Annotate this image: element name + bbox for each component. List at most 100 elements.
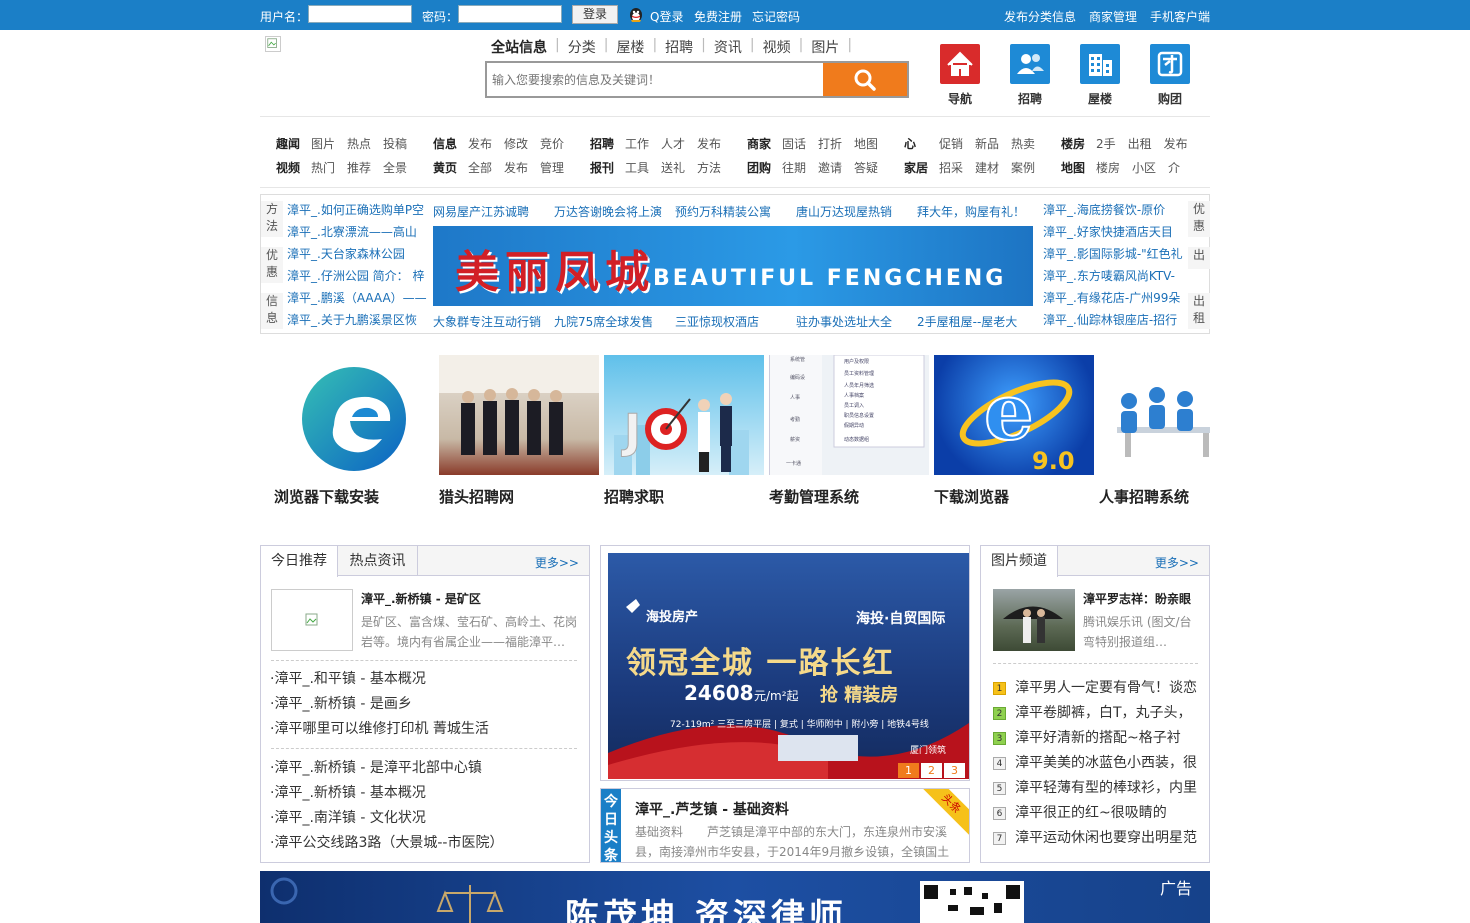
category-item[interactable]: 工作: [625, 135, 649, 159]
slide-page-1[interactable]: 1: [898, 763, 919, 778]
category-item[interactable]: 发布: [1164, 135, 1188, 159]
category-item[interactable]: 方法: [697, 159, 721, 183]
headline-title[interactable]: 漳平_.芦芝镇 - 基础资料: [635, 799, 789, 819]
property-slide[interactable]: 海投房产 海投·自贸国际 领冠全城 一路长红 24608 元/m²起 抢 精装房…: [608, 553, 969, 779]
list-item[interactable]: ·漳平_.南洋镇 - 文化状况: [270, 806, 503, 831]
list-item[interactable]: 3 漳平好清新的搭配~格子衬: [993, 726, 1207, 751]
category-item[interactable]: 发布: [697, 135, 721, 159]
category-item[interactable]: 建材: [975, 159, 999, 183]
category-head[interactable]: 地图: [1061, 159, 1096, 183]
search-button[interactable]: [823, 63, 907, 96]
list-item[interactable]: 漳平_.关于九鹏溪景区恢: [287, 309, 427, 331]
photo-feature-title[interactable]: 漳平罗志祥：盼亲眼: [1083, 590, 1191, 607]
notice-link[interactable]: 唐山万达现屋热销: [796, 203, 892, 220]
search-tab-property[interactable]: 屋楼: [608, 37, 652, 57]
category-head[interactable]: 趣闻: [276, 135, 311, 159]
feature-thumbnail[interactable]: [271, 589, 353, 651]
list-item[interactable]: ·漳平_.新桥镇 - 是画乡: [270, 692, 489, 717]
category-head[interactable]: 楼房: [1061, 135, 1096, 159]
category-item[interactable]: 投稿: [383, 135, 407, 159]
merchant-admin-link[interactable]: 商家管理: [1089, 8, 1137, 25]
login-button[interactable]: 登录: [572, 5, 618, 24]
category-item[interactable]: 促销: [939, 135, 963, 159]
notice-link[interactable]: 预约万科精装公寓: [675, 203, 771, 220]
list-item[interactable]: ·漳平_.新桥镇 - 基本概况: [270, 781, 503, 806]
notice-link[interactable]: 网易屋产江苏诚聘: [433, 203, 529, 220]
tab-today-recommend[interactable]: 今日推荐: [261, 546, 338, 577]
notice-link[interactable]: 2手屋租屋--屋老大: [917, 313, 1017, 330]
category-item[interactable]: 图片: [311, 135, 335, 159]
list-item[interactable]: 漳平_.影国际影城-"红色礼: [1043, 243, 1185, 265]
category-item[interactable]: 新品: [975, 135, 999, 159]
list-item[interactable]: 漳平_.东方唛霸风尚KTV-: [1043, 265, 1185, 287]
category-item[interactable]: 出租: [1128, 135, 1152, 159]
list-item[interactable]: 漳平_.仔洲公园 简介： 梓: [287, 265, 427, 287]
category-item[interactable]: 热点: [347, 135, 371, 159]
notice-tab-method[interactable]: 方法: [261, 201, 283, 237]
notice-link[interactable]: 三亚惊现权酒店: [675, 313, 759, 330]
list-item[interactable]: 漳平_.有缘花店-广州99朵: [1043, 287, 1185, 309]
category-item[interactable]: 发布: [468, 135, 492, 159]
category-item[interactable]: 人才: [661, 135, 685, 159]
notice-link[interactable]: 大象群专注互动行销: [433, 313, 541, 330]
more-link[interactable]: 更多>>: [535, 554, 579, 571]
search-tab-all[interactable]: 全站信息: [491, 37, 555, 57]
list-item[interactable]: ·漳平哪里可以维修打印机 菁城生活: [270, 717, 489, 742]
category-item[interactable]: 竞价: [540, 135, 564, 159]
feature-photo[interactable]: [993, 589, 1075, 651]
notice-tab-info[interactable]: 信息: [261, 293, 283, 329]
search-tab-jobs[interactable]: 招聘: [657, 37, 701, 57]
category-item[interactable]: 往期: [782, 159, 806, 183]
list-item[interactable]: 漳平_.鹏溪（AAAA）——: [287, 287, 427, 309]
category-head[interactable]: 家居: [904, 159, 939, 183]
qq-login-link[interactable]: Q登录: [650, 8, 683, 25]
category-item[interactable]: 发布: [504, 159, 528, 183]
register-link[interactable]: 免费注册: [694, 8, 742, 25]
category-item[interactable]: 案例: [1011, 159, 1035, 183]
category-item[interactable]: 热卖: [1011, 135, 1035, 159]
category-item[interactable]: 管理: [540, 159, 564, 183]
category-head[interactable]: 招聘: [590, 135, 625, 159]
feature-title[interactable]: 漳平_.新桥镇 - 是矿区: [361, 590, 481, 607]
search-tab-news[interactable]: 资讯: [706, 37, 750, 57]
list-item[interactable]: 4 漳平美美的冰蓝色小西装，很: [993, 751, 1207, 776]
category-head[interactable]: 心: [904, 135, 939, 159]
slide-page-3[interactable]: 3: [944, 763, 965, 778]
mobile-client-link[interactable]: 手机客户端: [1150, 8, 1210, 25]
search-input[interactable]: [489, 65, 825, 94]
list-item[interactable]: ·漳平_.和平镇 - 基本概况: [270, 667, 489, 692]
category-head[interactable]: 团购: [747, 159, 782, 183]
category-item[interactable]: 介: [1168, 159, 1180, 183]
notice-link[interactable]: 驻办事处选址大全: [796, 313, 892, 330]
category-item[interactable]: 地图: [854, 135, 878, 159]
category-head[interactable]: 黄页: [433, 159, 468, 183]
category-item[interactable]: 小区: [1132, 159, 1156, 183]
list-item[interactable]: 1 漳平男人一定要有骨气！谈恋: [993, 676, 1207, 701]
list-item[interactable]: 漳平_.北寮漂流——高山: [287, 221, 427, 243]
category-item[interactable]: 全景: [383, 159, 407, 183]
notice-link[interactable]: 拜大年，购屋有礼！: [917, 203, 1025, 220]
list-item[interactable]: 漳平_.如何正确选购单P空: [287, 199, 427, 221]
tab-photo-channel[interactable]: 图片频道: [981, 546, 1058, 577]
category-head[interactable]: 视频: [276, 159, 311, 183]
tab-hot-news[interactable]: 热点资讯: [338, 546, 418, 576]
category-item[interactable]: 2手: [1096, 135, 1116, 159]
notice-tab-discount[interactable]: 优惠: [261, 247, 283, 283]
city-banner[interactable]: 美丽凤城 BEAUTIFUL FENGCHENG: [433, 226, 1033, 306]
slide-page-2[interactable]: 2: [921, 763, 942, 778]
category-head[interactable]: 商家: [747, 135, 782, 159]
category-item[interactable]: 打折: [818, 135, 842, 159]
category-item[interactable]: 楼房: [1096, 159, 1120, 183]
list-item[interactable]: 2 漳平卷脚裤，白T，丸子头，: [993, 701, 1207, 726]
notice-tab-discount-right[interactable]: 优惠: [1188, 201, 1210, 237]
site-logo[interactable]: [265, 36, 281, 52]
search-tab-category[interactable]: 分类: [560, 37, 604, 57]
notice-tab-rent[interactable]: 出租: [1188, 293, 1210, 329]
search-tab-video[interactable]: 视频: [755, 37, 799, 57]
category-item[interactable]: 修改: [504, 135, 528, 159]
password-input[interactable]: [458, 5, 562, 23]
list-item[interactable]: 漳平_.仙踪林银座店-招行: [1043, 309, 1185, 331]
notice-link[interactable]: 万达答谢晚会将上演: [554, 203, 662, 220]
category-item[interactable]: 送礼: [661, 159, 685, 183]
category-head[interactable]: 报刊: [590, 159, 625, 183]
